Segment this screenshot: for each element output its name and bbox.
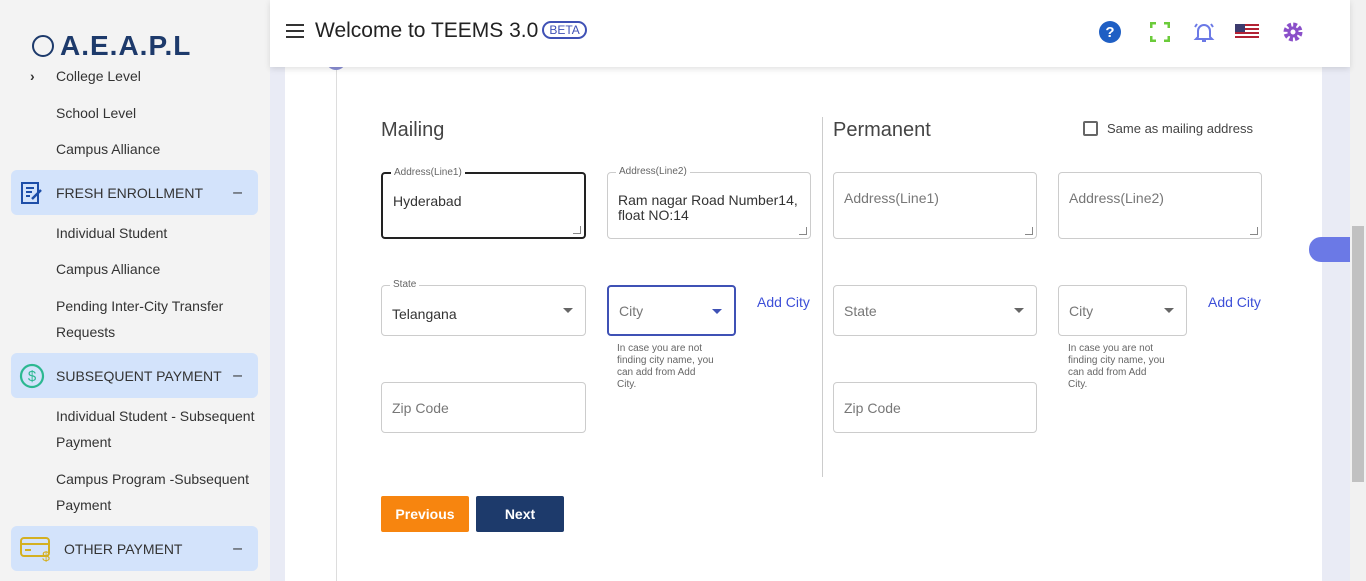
same-as-mailing-checkbox[interactable]: Same as mailing address (1083, 121, 1253, 136)
top-bar: Welcome to TEEMS 3.0 BETA ? (270, 0, 1350, 67)
sidebar-item-pending-transfer[interactable]: Pending Inter-City Transfer Requests (56, 293, 256, 345)
settings-gear-icon[interactable] (1281, 20, 1305, 44)
checkbox-icon[interactable] (1083, 121, 1098, 136)
resize-handle[interactable] (573, 226, 581, 234)
dropdown-arrow-icon (563, 308, 573, 313)
previous-button[interactable]: Previous (381, 496, 469, 532)
mailing-zip-input[interactable]: Zip Code (381, 382, 586, 433)
permanent-zip-input[interactable]: Zip Code (833, 382, 1037, 433)
mailing-city-help: In case you are not finding city name, y… (617, 343, 714, 390)
help-icon[interactable]: ? (1098, 20, 1122, 44)
fullscreen-icon[interactable] (1148, 20, 1172, 44)
mailing-heading: Mailing (381, 119, 445, 141)
beta-badge: BETA (542, 21, 587, 39)
mailing-city-select[interactable]: City (607, 285, 736, 336)
sidebar-item-campus-subsequent[interactable]: Campus Program -Subsequent Payment (56, 466, 256, 518)
bell-icon[interactable] (1192, 20, 1216, 44)
collapse-icon[interactable]: – (233, 184, 242, 202)
side-drawer-tab[interactable] (1309, 237, 1350, 262)
svg-text:$: $ (42, 548, 50, 562)
sidebar-item-individual-student[interactable]: Individual Student (56, 220, 256, 246)
hamburger-menu-icon[interactable] (286, 24, 304, 42)
next-button[interactable]: Next (476, 496, 564, 532)
sidebar-item-individual-subsequent[interactable]: Individual Student - Subsequent Payment (56, 403, 256, 455)
dropdown-arrow-icon (1014, 308, 1024, 313)
us-flag-icon[interactable] (1235, 20, 1259, 44)
seal-icon (32, 35, 54, 57)
mailing-address-line2-input[interactable]: Address(Line2) Ram nagar Road Number14, f… (607, 166, 811, 239)
stepper-line (336, 68, 337, 581)
scrollbar-thumb[interactable] (1352, 226, 1364, 482)
resize-handle[interactable] (1025, 227, 1033, 235)
collapse-icon[interactable]: – (233, 367, 242, 385)
sidebar-item-school-level[interactable]: School Level (56, 100, 256, 126)
dropdown-arrow-icon (712, 309, 722, 314)
mailing-address-line1-input[interactable]: Address(Line1) Hyderabad (381, 167, 586, 239)
column-divider (822, 117, 823, 477)
permanent-add-city-link[interactable]: Add City (1208, 294, 1261, 310)
sidebar-item-campus-alliance[interactable]: Campus Alliance (56, 256, 256, 282)
svg-text:?: ? (1105, 24, 1114, 41)
dollar-circle-icon: $ (19, 363, 45, 389)
resize-handle[interactable] (799, 227, 807, 235)
permanent-city-select[interactable]: City (1058, 285, 1187, 336)
collapse-icon[interactable]: – (233, 540, 242, 558)
mailing-state-select[interactable]: State Telangana (381, 279, 586, 336)
permanent-address-line1-input[interactable]: Address(Line1) (833, 172, 1037, 239)
permanent-heading: Permanent (833, 119, 931, 141)
page-title: Welcome to TEEMS 3.0 BETA (315, 19, 587, 43)
dropdown-arrow-icon (1164, 308, 1174, 313)
sidebar: A.E.A.P.L › College Level School Level C… (0, 0, 270, 581)
sidebar-item-college-level[interactable]: College Level (56, 63, 256, 89)
card-dollar-icon: $ (19, 536, 53, 562)
mailing-add-city-link[interactable]: Add City (757, 294, 810, 310)
permanent-state-select[interactable]: State (833, 285, 1037, 336)
logo: A.E.A.P.L (32, 30, 191, 62)
chevron-right-icon: › (30, 68, 35, 84)
sidebar-group-other-payment[interactable]: $ OTHER PAYMENT – (11, 526, 258, 571)
resize-handle[interactable] (1250, 227, 1258, 235)
svg-text:$: $ (28, 368, 37, 385)
sidebar-group-subsequent-payment[interactable]: $ SUBSEQUENT PAYMENT – (11, 353, 258, 398)
sidebar-item-campus-alliance[interactable]: Campus Alliance (56, 136, 256, 162)
permanent-address-line2-input[interactable]: Address(Line2) (1058, 172, 1262, 239)
permanent-city-help: In case you are not finding city name, y… (1068, 343, 1165, 390)
sidebar-group-fresh-enrollment[interactable]: FRESH ENROLLMENT – (11, 170, 258, 215)
form-edit-icon (19, 180, 45, 206)
